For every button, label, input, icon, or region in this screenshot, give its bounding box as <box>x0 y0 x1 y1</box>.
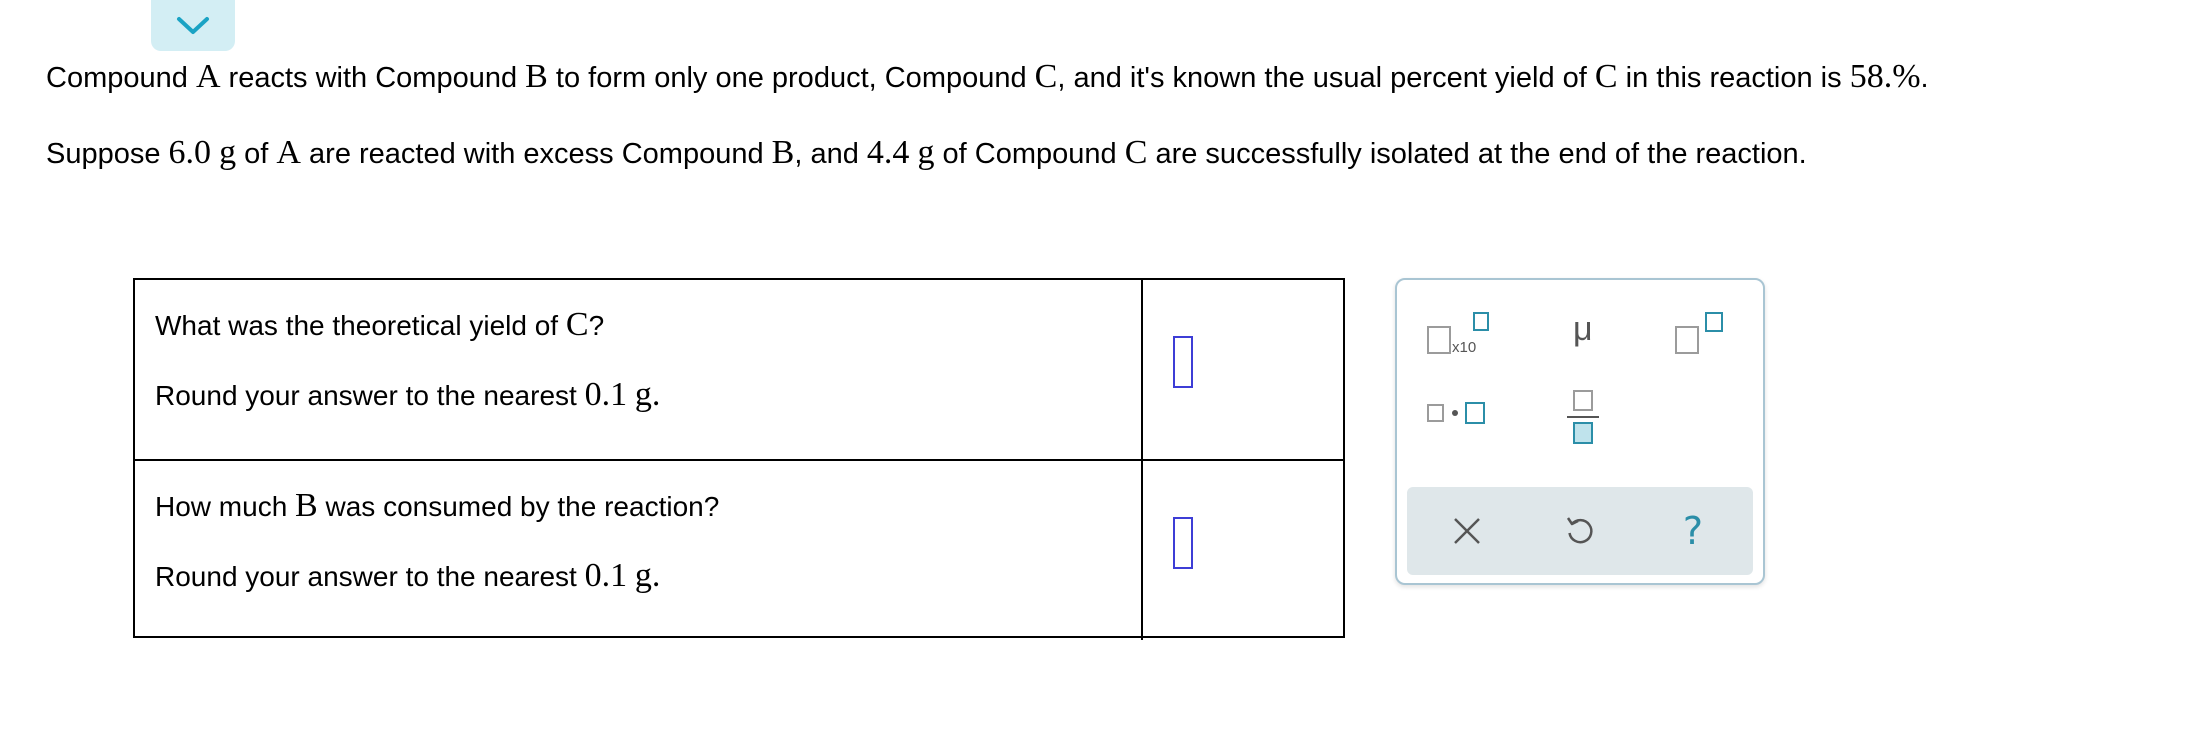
text: . <box>1920 62 1929 94</box>
rounding-value: 0.1 <box>584 376 628 413</box>
rounding-instruction: Round your answer to the nearest 0.1 g. <box>155 557 660 595</box>
compound-c-symbol: C <box>1124 134 1148 171</box>
text: are reacted with excess Compound <box>300 138 772 170</box>
undo-icon <box>1566 517 1593 544</box>
unit: g. <box>634 376 661 413</box>
problem-statement-line-1: Compound A reacts with Compound B to for… <box>46 58 1929 96</box>
text: , and <box>794 138 867 170</box>
text: was consumed by the reaction? <box>317 491 720 522</box>
compound-b-symbol: B <box>771 134 795 171</box>
percent-yield-value: 58.% <box>1849 58 1921 95</box>
question-cell: What was the theoretical yield of C? Rou… <box>135 280 1143 459</box>
math-tool-palette: x10 μ ? <box>1395 278 1765 585</box>
text: are successfully isolated at the end of … <box>1147 138 1807 170</box>
compound-c-symbol: C <box>1594 58 1618 95</box>
compound-a-symbol: A <box>276 134 301 171</box>
question-row: How much B was consumed by the reaction?… <box>135 459 1343 640</box>
text: ? <box>588 310 605 341</box>
micro-symbol-button[interactable]: μ <box>1567 310 1607 354</box>
question-text: How much B was consumed by the reaction? <box>155 487 719 525</box>
unit: g. <box>634 557 661 594</box>
text: in this reaction is <box>1617 62 1850 94</box>
compound-c-symbol: C <box>1034 58 1058 95</box>
compound-symbol: B <box>295 487 318 524</box>
problem-statement-line-2: Suppose 6.0 g of A are reacted with exce… <box>46 134 1807 172</box>
answer-input-b-consumed[interactable] <box>1173 517 1193 569</box>
multiply-dot-button[interactable] <box>1427 398 1487 428</box>
text: of Compound <box>934 138 1125 170</box>
rounding-instruction: Round your answer to the nearest 0.1 g. <box>155 376 660 414</box>
question-row: What was the theoretical yield of C? Rou… <box>135 280 1343 459</box>
text: of <box>236 138 277 170</box>
compound-b-symbol: B <box>525 58 548 95</box>
x10-label: x10 <box>1452 339 1477 356</box>
times-ten-power-button[interactable]: x10 <box>1427 312 1491 356</box>
fraction-button[interactable] <box>1565 388 1601 450</box>
text: What was the theoretical yield of <box>155 310 566 341</box>
question-cell: How much B was consumed by the reaction?… <box>135 461 1143 640</box>
help-button[interactable]: ? <box>1671 509 1715 553</box>
text: , and it's known the usual percent yield… <box>1057 62 1595 94</box>
text: Round your answer to the nearest <box>155 380 585 411</box>
action-bar: ? <box>1407 487 1753 575</box>
mass-c-value: 4.4 <box>866 134 910 171</box>
undo-button[interactable] <box>1558 509 1602 553</box>
compound-symbol: C <box>565 306 589 343</box>
rounding-value: 0.1 <box>584 557 628 594</box>
question-text: What was the theoretical yield of C? <box>155 306 604 344</box>
micro-symbol-icon: μ <box>1573 310 1593 348</box>
text: Compound <box>46 62 196 94</box>
text: reacts with Compound <box>220 62 526 94</box>
compound-a-symbol: A <box>195 58 221 95</box>
unit: g <box>917 134 935 171</box>
collapse-toggle-button[interactable] <box>151 0 235 51</box>
chevron-down-icon <box>177 16 209 34</box>
text: How much <box>155 491 296 522</box>
unit: g <box>219 134 237 171</box>
text: to form only one product, Compound <box>547 62 1035 94</box>
question-table: What was the theoretical yield of C? Rou… <box>133 278 1345 640</box>
clear-icon <box>1454 518 1480 544</box>
superscript-button[interactable] <box>1675 312 1729 356</box>
text: Suppose <box>46 138 169 170</box>
answer-input-theoretical-yield[interactable] <box>1173 336 1193 388</box>
help-icon: ? <box>1682 509 1704 553</box>
mass-a-value: 6.0 <box>168 134 212 171</box>
clear-button[interactable] <box>1445 509 1489 553</box>
text: Round your answer to the nearest <box>155 561 585 592</box>
